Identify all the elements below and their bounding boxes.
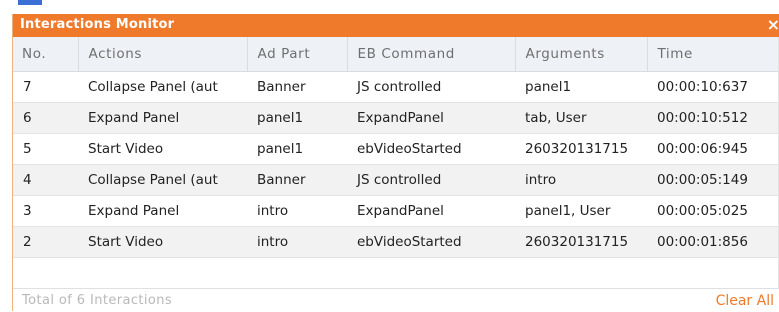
cell-action: Start Video [78,133,247,165]
cell-no: 5 [13,133,78,165]
cell-eb-command: ExpandPanel [347,102,515,134]
clear-all-link[interactable]: Clear All [716,293,774,309]
cell-arguments: tab, User [515,102,647,134]
column-header-arguments[interactable]: Arguments [515,37,648,72]
title-bar: Interactions Monitor × [13,14,779,37]
cell-action: Expand Panel [78,102,247,134]
cell-arguments: intro [515,164,647,196]
interactions-table: No. Actions Ad Part EB Command Arguments… [13,37,779,258]
close-icon[interactable]: × [767,15,779,35]
cell-no: 4 [13,164,78,196]
cell-eb-command: JS controlled [347,164,515,196]
table-row[interactable]: 4 Collapse Panel (aut Banner JS controll… [13,164,779,196]
table-row[interactable]: 2 Start Video intro ebVideoStarted 26032… [13,226,779,258]
cell-arguments: panel1 [515,71,647,103]
cell-eb-command: JS controlled [347,71,515,103]
table-row[interactable]: 6 Expand Panel panel1 ExpandPanel tab, U… [13,102,779,134]
cell-action: Collapse Panel (aut [78,164,247,196]
cell-no: 7 [13,71,78,103]
cell-eb-command: ebVideoStarted [347,226,515,258]
table-row[interactable]: 3 Expand Panel intro ExpandPanel panel1,… [13,195,779,227]
interactions-count-text: Total of 6 Interactions [22,293,173,308]
column-header-ad-part[interactable]: Ad Part [247,37,348,72]
cell-ad-part: Banner [247,71,347,103]
footer-bar: Total of 6 Interactions Clear All [13,288,779,312]
interactions-monitor-window: Interactions Monitor × No. Actions Ad Pa… [12,14,779,312]
cell-time: 00:00:05:149 [647,164,779,196]
cell-action: Start Video [78,226,247,258]
cell-no: 3 [13,195,78,227]
table-header-row: No. Actions Ad Part EB Command Arguments… [13,37,779,72]
window-title: Interactions Monitor [20,17,175,32]
cell-time: 00:00:10:512 [647,102,779,134]
cell-eb-command: ExpandPanel [347,195,515,227]
cell-time: 00:00:10:637 [647,71,779,103]
top-strip [0,0,779,14]
cell-action: Expand Panel [78,195,247,227]
cell-eb-command: ebVideoStarted [347,133,515,165]
cell-time: 00:00:05:025 [647,195,779,227]
cell-arguments: panel1, User [515,195,647,227]
column-header-time[interactable]: Time [647,37,779,72]
column-header-eb-command[interactable]: EB Command [347,37,516,72]
table-row[interactable]: 5 Start Video panel1 ebVideoStarted 2603… [13,133,779,165]
cell-arguments: 260320131715 [515,133,647,165]
cell-arguments: 260320131715 [515,226,647,258]
cell-ad-part: intro [247,226,347,258]
cell-no: 6 [13,102,78,134]
cell-action: Collapse Panel (aut [78,71,247,103]
column-header-actions[interactable]: Actions [78,37,248,72]
cell-time: 00:00:01:856 [647,226,779,258]
table-row[interactable]: 7 Collapse Panel (aut Banner JS controll… [13,71,779,103]
cell-time: 00:00:06:945 [647,133,779,165]
cell-no: 2 [13,226,78,258]
cell-ad-part: intro [247,195,347,227]
cell-ad-part: panel1 [247,102,347,134]
cell-ad-part: panel1 [247,133,347,165]
top-tab-indicator[interactable] [18,0,42,5]
column-header-no[interactable]: No. [13,37,79,72]
cell-ad-part: Banner [247,164,347,196]
